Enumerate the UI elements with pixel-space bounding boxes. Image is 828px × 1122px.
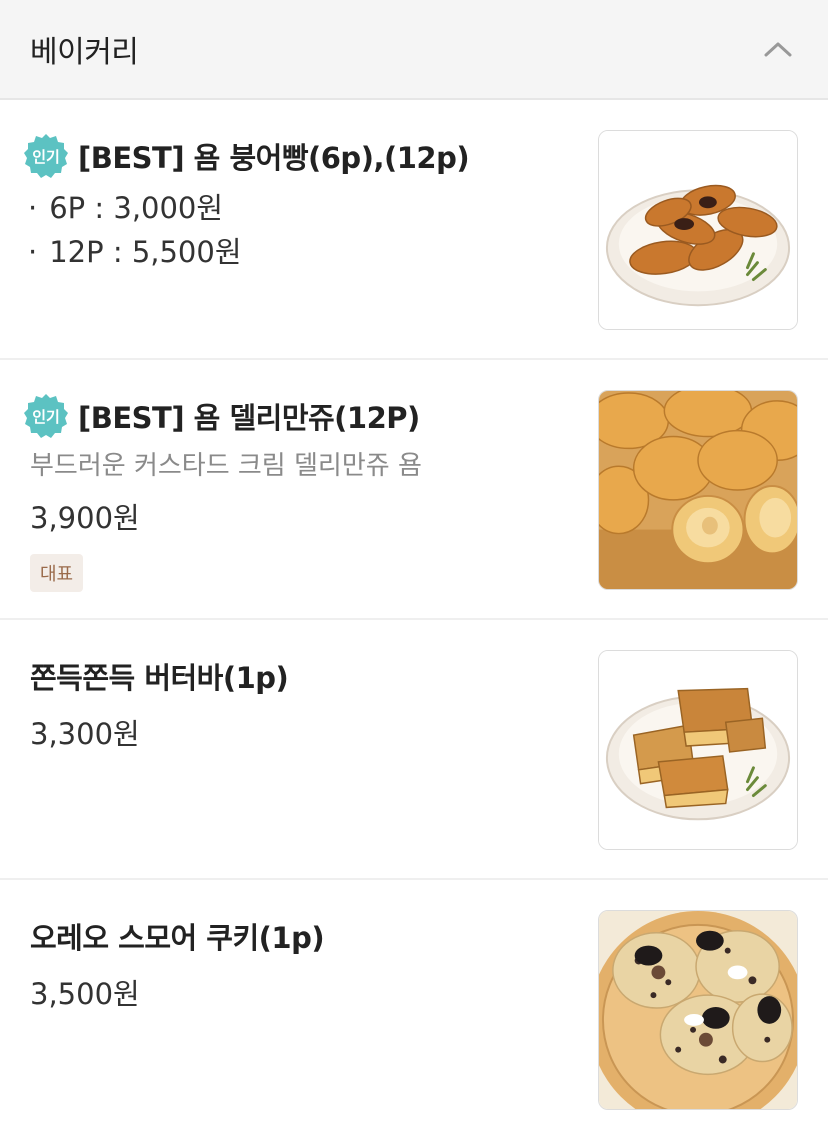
taiyaki-photo[interactable] <box>598 130 798 330</box>
section-title: 베이커리 <box>30 35 139 70</box>
popular-badge: 인기 <box>22 392 70 440</box>
menu-item[interactable]: 쫀득쫀득 버터바(1p) 3,300원 <box>0 620 828 880</box>
section-header[interactable]: 베이커리 <box>0 0 828 100</box>
item-description: 부드러운 커스타드 크림 델리만쥬 욤 <box>30 451 422 481</box>
item-name: [BEST] 욤 델리만쥬(12P) <box>78 401 420 435</box>
item-name: [BEST] 욤 붕어빵(6p),(12p) <box>78 141 470 175</box>
option-line: · 12P : 5,500원 <box>28 235 242 269</box>
item-name: 오레오 스모어 쿠키(1p) <box>30 921 325 955</box>
item-price: 3,300원 <box>30 717 140 751</box>
butter-bar-photo[interactable] <box>598 650 798 850</box>
item-price: 3,900원 <box>30 501 140 535</box>
popular-badge-label: 인기 <box>32 148 60 166</box>
popular-badge-label: 인기 <box>32 408 60 426</box>
delimanjoo-photo[interactable] <box>598 390 798 590</box>
menu-list: 인기 [BEST] 욤 붕어빵(6p),(12p) · 6P : 3,000원 ·… <box>0 100 828 1122</box>
oreo-smore-cookie-photo[interactable] <box>598 910 798 1110</box>
item-name: 쫀득쫀득 버터바(1p) <box>30 661 289 695</box>
chevron-up-icon[interactable] <box>758 29 798 69</box>
popular-badge: 인기 <box>22 132 70 180</box>
menu-item[interactable]: 인기 [BEST] 욤 붕어빵(6p),(12p) · 6P : 3,000원 ·… <box>0 100 828 360</box>
menu-item[interactable]: 오레오 스모어 쿠키(1p) 3,500원 <box>0 880 828 1122</box>
signature-tag: 대표 <box>30 554 84 592</box>
menu-item[interactable]: 인기 [BEST] 욤 델리만쥬(12P) 부드러운 커스타드 크림 델리만쥬 … <box>0 360 828 620</box>
option-line: · 6P : 3,000원 <box>28 191 224 225</box>
item-price: 3,500원 <box>30 977 140 1011</box>
